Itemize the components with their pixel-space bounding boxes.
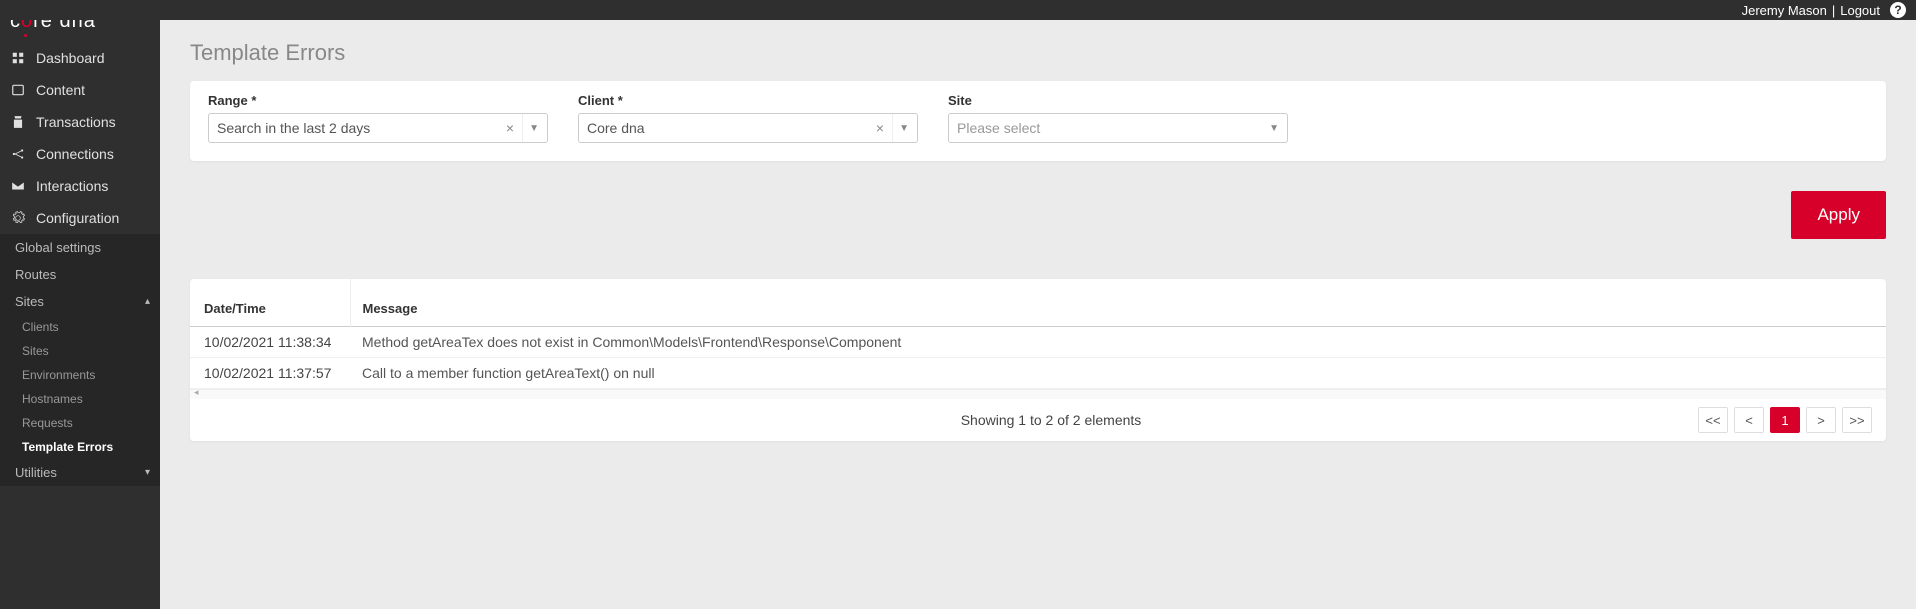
sub-sites[interactable]: Sites ▴ bbox=[0, 288, 160, 315]
pager: << < 1 > >> bbox=[1698, 407, 1872, 433]
dashboard-icon bbox=[10, 51, 26, 65]
cell-datetime: 10/02/2021 11:38:34 bbox=[190, 327, 350, 358]
topbar: Jeremy Mason | Logout ? bbox=[0, 0, 1916, 20]
sub-global-settings[interactable]: Global settings bbox=[0, 234, 160, 261]
client-select[interactable]: Core dna × ▼ bbox=[578, 113, 918, 143]
col-message[interactable]: Message bbox=[350, 279, 1886, 327]
site-placeholder: Please select bbox=[957, 120, 1263, 136]
subsub-clients[interactable]: Clients bbox=[0, 315, 160, 339]
filter-panel: Range * Search in the last 2 days × ▼ Cl… bbox=[190, 81, 1886, 161]
user-link[interactable]: Jeremy Mason bbox=[1742, 3, 1827, 18]
filter-client: Client * Core dna × ▼ bbox=[578, 93, 918, 143]
nav-dashboard[interactable]: Dashboard bbox=[0, 42, 160, 74]
nav-label: Transactions bbox=[36, 114, 116, 130]
chevron-down-icon: ▾ bbox=[145, 467, 150, 478]
filter-site: Site Please select ▼ bbox=[948, 93, 1288, 143]
range-select[interactable]: Search in the last 2 days × ▼ bbox=[208, 113, 548, 143]
nav-label: Content bbox=[36, 82, 85, 98]
chevron-down-icon[interactable]: ▼ bbox=[892, 114, 909, 142]
sub-label: Global settings bbox=[15, 240, 101, 255]
sub-label: Utilities bbox=[15, 465, 57, 480]
nav-label: Connections bbox=[36, 146, 114, 162]
table-header-row: Date/Time Message bbox=[190, 279, 1886, 327]
filter-range: Range * Search in the last 2 days × ▼ bbox=[208, 93, 548, 143]
pager-next[interactable]: > bbox=[1806, 407, 1836, 433]
pager-page-1[interactable]: 1 bbox=[1770, 407, 1800, 433]
table-row[interactable]: 10/02/2021 11:38:34Method getAreaTex doe… bbox=[190, 327, 1886, 358]
nav-configuration[interactable]: Configuration bbox=[0, 202, 160, 234]
main-content: Template Errors Range * Search in the la… bbox=[160, 20, 1916, 461]
chevron-down-icon[interactable]: ▼ bbox=[522, 114, 539, 142]
subsub-sites[interactable]: Sites bbox=[0, 339, 160, 363]
cell-datetime: 10/02/2021 11:37:57 bbox=[190, 358, 350, 389]
connections-icon bbox=[10, 147, 26, 161]
clear-icon[interactable]: × bbox=[502, 120, 518, 136]
clear-icon[interactable]: × bbox=[872, 120, 888, 136]
subsub-hostnames[interactable]: Hostnames bbox=[0, 387, 160, 411]
nav-configuration-sub: Global settings Routes Sites ▴ Clients S… bbox=[0, 234, 160, 486]
apply-row: Apply bbox=[190, 191, 1886, 239]
logout-link[interactable]: Logout bbox=[1840, 3, 1880, 18]
cell-message: Call to a member function getAreaText() … bbox=[350, 358, 1886, 389]
page-title: Template Errors bbox=[190, 40, 1886, 66]
cell-message: Method getAreaTex does not exist in Comm… bbox=[350, 327, 1886, 358]
interactions-icon bbox=[10, 179, 26, 193]
client-label: Client * bbox=[578, 93, 918, 108]
site-label: Site bbox=[948, 93, 1288, 108]
content-icon bbox=[10, 83, 26, 97]
results-table: Date/Time Message 10/02/2021 11:38:34Met… bbox=[190, 279, 1886, 441]
chevron-down-icon[interactable]: ▼ bbox=[1263, 114, 1279, 142]
gear-icon bbox=[10, 211, 26, 225]
client-value: Core dna bbox=[587, 120, 872, 136]
pagination-summary: Showing 1 to 2 of 2 elements bbox=[404, 412, 1698, 428]
table-row[interactable]: 10/02/2021 11:37:57Call to a member func… bbox=[190, 358, 1886, 389]
sub-label: Routes bbox=[15, 267, 56, 282]
horizontal-scrollbar[interactable] bbox=[190, 389, 1886, 399]
col-datetime[interactable]: Date/Time bbox=[190, 279, 350, 327]
subsub-requests[interactable]: Requests bbox=[0, 411, 160, 435]
help-icon[interactable]: ? bbox=[1890, 2, 1906, 18]
subsub-environments[interactable]: Environments bbox=[0, 363, 160, 387]
chevron-up-icon: ▴ bbox=[145, 296, 150, 307]
transactions-icon bbox=[10, 115, 26, 129]
subsub-template-errors[interactable]: Template Errors bbox=[0, 435, 160, 459]
pager-first[interactable]: << bbox=[1698, 407, 1728, 433]
apply-button[interactable]: Apply bbox=[1791, 191, 1886, 239]
nav-label: Interactions bbox=[36, 178, 108, 194]
separator: | bbox=[1832, 3, 1835, 18]
nav-content[interactable]: Content bbox=[0, 74, 160, 106]
range-label: Range * bbox=[208, 93, 548, 108]
table-footer: Showing 1 to 2 of 2 elements << < 1 > >> bbox=[190, 399, 1886, 441]
nav-interactions[interactable]: Interactions bbox=[0, 170, 160, 202]
nav-connections[interactable]: Connections bbox=[0, 138, 160, 170]
sub-label: Sites bbox=[15, 294, 44, 309]
site-select[interactable]: Please select ▼ bbox=[948, 113, 1288, 143]
sub-utilities[interactable]: Utilities ▾ bbox=[0, 459, 160, 486]
sub-routes[interactable]: Routes bbox=[0, 261, 160, 288]
pager-prev[interactable]: < bbox=[1734, 407, 1764, 433]
pager-last[interactable]: >> bbox=[1842, 407, 1872, 433]
nav-label: Dashboard bbox=[36, 50, 105, 66]
nav-label: Configuration bbox=[36, 210, 119, 226]
range-value: Search in the last 2 days bbox=[217, 120, 502, 136]
sidebar: core dna Dashboard Content Transactions … bbox=[0, 0, 160, 609]
nav-transactions[interactable]: Transactions bbox=[0, 106, 160, 138]
